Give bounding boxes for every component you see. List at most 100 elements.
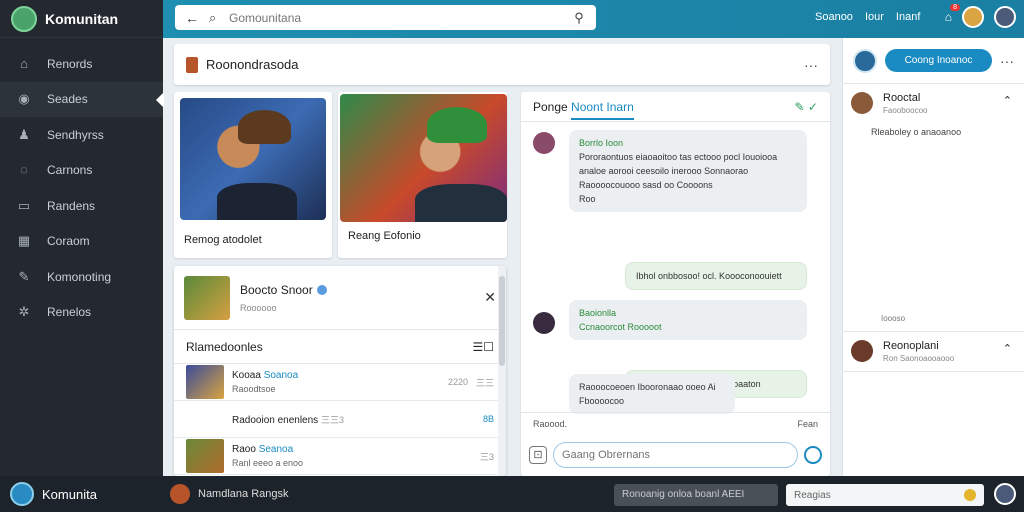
pen-icon: ✎ xyxy=(18,268,30,284)
attach-icon[interactable]: ⊡ xyxy=(529,446,547,464)
chevron-up-icon[interactable]: ⌃ xyxy=(1003,94,1012,107)
contact-name: Rooctal xyxy=(883,92,921,104)
item-action[interactable]: 三三 xyxy=(476,376,494,389)
image-card[interactable]: Reang Eofonio xyxy=(338,92,507,258)
bottom-brand[interactable]: Komunita xyxy=(0,482,170,506)
message-bubble: Raooocoeoen Ibooronaao ooeo Ai Fboooocoo xyxy=(569,374,735,414)
item-action[interactable]: 8B xyxy=(483,414,494,424)
more-options-icon[interactable]: ··· xyxy=(804,57,818,73)
chat-icon: ◌ xyxy=(20,162,28,178)
profile-popup: Boocto Snoor Roooooo ✕ Rlamedoonles ☰☐ K… xyxy=(174,266,506,476)
settings-icon: ✲ xyxy=(18,304,30,320)
list-item[interactable]: Radooion enenlens 三三3 8B xyxy=(174,401,506,438)
chat-header: Ponge Noont Inarn ✎ ✓ xyxy=(521,92,830,122)
send-icon[interactable] xyxy=(804,446,822,464)
search-input[interactable] xyxy=(229,7,562,28)
avatar xyxy=(170,484,190,504)
brand-logo xyxy=(10,482,34,506)
post-title: Roonondrasoda xyxy=(206,57,299,72)
contact-name: Reonoplani xyxy=(883,340,939,352)
avatar xyxy=(533,312,555,334)
sidebar-item-label: Coraom xyxy=(47,234,90,249)
item-meta: 三三3 xyxy=(320,414,344,425)
user-avatar[interactable] xyxy=(962,6,984,28)
chat-title-prefix: Ponge xyxy=(533,99,568,114)
sidebar-item-seades[interactable]: ◉ Seades xyxy=(0,81,164,117)
edit-icon[interactable]: ✎ ✓ xyxy=(795,100,818,114)
character-art-image xyxy=(340,94,507,222)
popup-section-title: Rlamedoonles xyxy=(186,339,263,354)
top-link-inanf[interactable]: Inanf xyxy=(896,11,920,23)
list-toggle-icon[interactable]: ☰☐ xyxy=(472,340,494,354)
top-icons: ⌂ 8 xyxy=(945,4,1016,28)
contact-section[interactable]: Reonoplani Ron Saonoaooaooo ⌃ xyxy=(843,332,1024,372)
sidebar-item-label: Renords xyxy=(47,56,93,71)
item-subtitle: Raoodtsoe xyxy=(232,384,276,394)
popup-header: Boocto Snoor Roooooo ✕ xyxy=(174,266,506,330)
sidebar-item-randens[interactable]: ▭ Randens xyxy=(0,188,163,224)
scrollbar[interactable] xyxy=(498,266,506,476)
emoji-icon[interactable] xyxy=(964,489,976,501)
cart-icon[interactable]: ⌂ 8 xyxy=(945,4,960,24)
contact-item: Rleaboley o anaoanoo xyxy=(871,127,962,137)
top-link-iour[interactable]: Iour xyxy=(865,11,884,23)
chevron-up-icon[interactable]: ⌃ xyxy=(1003,342,1012,355)
brand-logo xyxy=(11,5,37,32)
message-time: Roo xyxy=(579,194,596,204)
chat-input[interactable] xyxy=(553,442,798,468)
top-link-soanoo[interactable]: Soanoo xyxy=(815,11,853,23)
close-icon[interactable]: ✕ xyxy=(484,289,496,306)
sidebar-item-label: Carnons xyxy=(47,163,93,178)
sidebar-item-renelos[interactable]: ✲ Renelos xyxy=(0,295,163,331)
item-title-highlight: Soanoa xyxy=(263,370,299,381)
item-title: Radooion enenlens xyxy=(232,414,319,426)
sidebar-item-carnons[interactable]: ◌ Carnons xyxy=(0,153,163,189)
sidebar-item-label: Sendhyrss xyxy=(47,127,104,142)
bottom-input[interactable]: Reagias xyxy=(786,484,984,506)
avatar[interactable] xyxy=(994,483,1016,505)
chat-panel: Ponge Noont Inarn ✎ ✓ Borrlo Ioon Porora… xyxy=(521,92,830,476)
app-title: Komunitan xyxy=(45,10,119,27)
sidebar-item-komonoting[interactable]: ✎ Komonoting xyxy=(0,259,163,295)
bottom-user[interactable]: Namdlana Rangsk xyxy=(170,484,289,504)
image-card[interactable]: Remog atodolet xyxy=(174,92,332,258)
item-thumbnail xyxy=(186,439,224,473)
item-thumbnail xyxy=(186,365,224,399)
card-caption: Reang Eofonio xyxy=(348,230,421,242)
scroll-thumb[interactable] xyxy=(499,276,505,366)
item-subtitle: Ranl eeeo a enoo xyxy=(232,458,304,468)
list-item[interactable]: Raoo Seanoa Ranl eeeo a enoo 三3 xyxy=(174,438,506,475)
message-bubble: Ibhol onbbosoo! ocl. Koooconoouiett xyxy=(625,262,807,290)
bottom-input-text: Reagias xyxy=(794,489,831,501)
search-icon: ⌕ xyxy=(209,9,217,25)
contact-footer: Ioooso xyxy=(881,314,906,323)
card-caption: Remog atodolet xyxy=(184,234,262,246)
search-submit-icon[interactable]: ⚲ xyxy=(562,10,596,26)
list-item[interactable]: Kooaa Soanoa Raoodtsoe 2220 三三 xyxy=(174,364,506,401)
message-list: Borrlo Ioon Pororaontuos eiaoaoitoo tas … xyxy=(521,122,830,414)
more-options-icon[interactable]: ··· xyxy=(1000,53,1014,69)
item-meta: 2220 xyxy=(447,377,468,387)
message-meta: Raoooocouooo sasd oo Coooons xyxy=(579,180,713,190)
popup-subtitle: Roooooo xyxy=(240,302,277,313)
chat-tab[interactable]: Noont Inarn xyxy=(571,99,634,120)
sidebar-item-renords[interactable]: ⌂ Renords xyxy=(0,46,163,82)
sidebar: Komunitan ⌂ Renords ◉ Seades ♟ Sendhyrss ◌ C… xyxy=(0,0,164,476)
bottom-bar: Komunita Namdlana Rangsk Ronoanig onloa … xyxy=(0,476,1024,512)
sidebar-item-label: Seades xyxy=(47,92,88,107)
bottom-user-name: Namdlana Rangsk xyxy=(198,488,289,500)
chat-status-bar: Raoood. Fean xyxy=(521,412,830,434)
status-field[interactable]: Ronoanig onloa boanl AEEI xyxy=(614,484,778,506)
sidebar-item-sendhyrss[interactable]: ♟ Sendhyrss xyxy=(0,117,163,153)
secondary-avatar[interactable] xyxy=(994,6,1016,28)
back-arrow-icon[interactable]: ← xyxy=(175,10,209,26)
brand[interactable]: Komunitan xyxy=(0,0,163,38)
item-action[interactable]: 三3 xyxy=(480,450,494,463)
verified-icon xyxy=(316,285,327,296)
chat-status-left: Raoood. xyxy=(533,418,568,429)
message-text: Pororaontuos eiaoaoitoo tas ectooo pocl … xyxy=(579,152,778,176)
sidebar-item-coraom[interactable]: ▦ Coraom xyxy=(0,224,163,260)
contact-section[interactable]: Rooctal Faooboocoo ⌃ Rleaboley o anaoano… xyxy=(843,84,1024,332)
primary-action-button[interactable]: Coong Inoanoc xyxy=(885,49,992,72)
avatar xyxy=(853,48,877,73)
